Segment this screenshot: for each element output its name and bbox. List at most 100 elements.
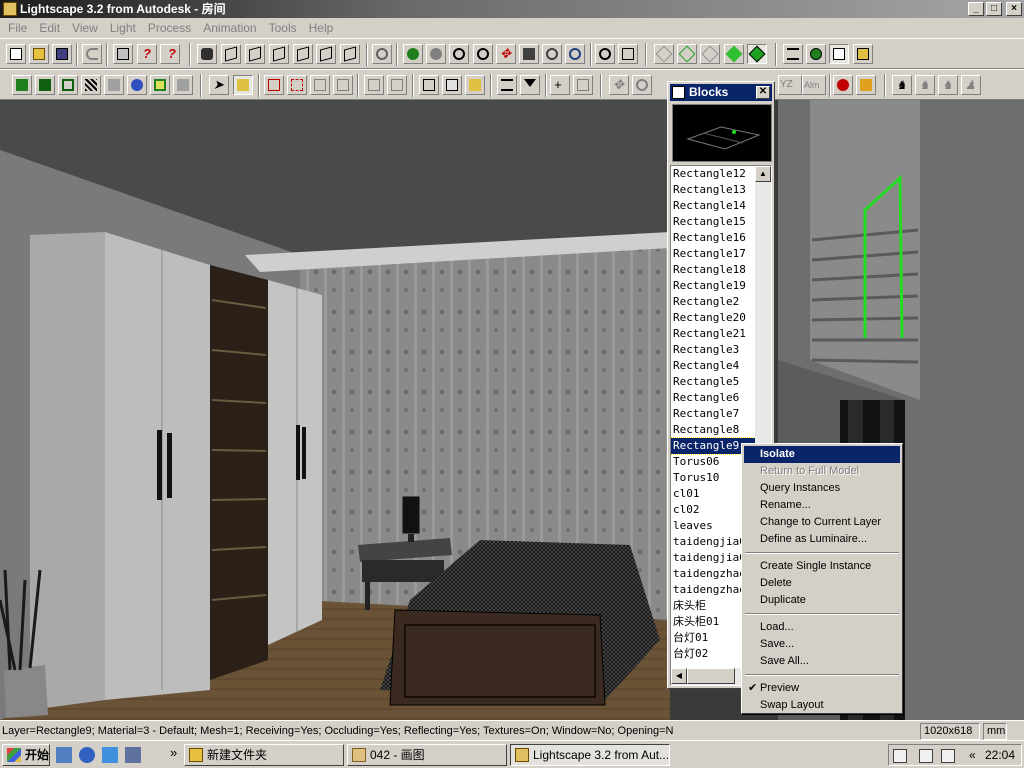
block-list-item[interactable]: Rectangle14 [671, 198, 755, 214]
block-list-item[interactable]: Rectangle20 [671, 310, 755, 326]
select-remove-button[interactable] [333, 75, 353, 95]
tray-expand-icon[interactable]: « [969, 748, 976, 762]
block-list-item[interactable]: Rectangle7 [671, 406, 755, 422]
menu-process[interactable]: Process [142, 21, 197, 35]
menu-item-duplicate[interactable]: Duplicate [744, 592, 900, 609]
menu-item-swap-layout[interactable]: Swap Layout [744, 697, 900, 714]
new-file-button[interactable] [6, 44, 26, 64]
menu-item-load[interactable]: Load... [744, 619, 900, 636]
tool-2-button[interactable] [35, 75, 55, 95]
orbit-button[interactable] [403, 44, 423, 64]
move-tool-button[interactable]: ✥ [609, 75, 629, 95]
menu-tools[interactable]: Tools [263, 21, 303, 35]
outlook-icon[interactable] [102, 747, 118, 763]
block-list-item[interactable]: Rectangle3 [671, 342, 755, 358]
menu-item-delete[interactable]: Delete [744, 575, 900, 592]
menu-help[interactable]: Help [303, 21, 340, 35]
menu-item-change-to-current-layer[interactable]: Change to Current Layer [744, 514, 900, 531]
select-view-button[interactable] [197, 44, 217, 64]
task-new-folder[interactable]: 新建文件夹 [184, 744, 344, 766]
tool-7-button[interactable] [150, 75, 170, 95]
pan-button[interactable]: ✥ [496, 44, 516, 64]
help-icon[interactable] [919, 749, 933, 763]
block-list-item[interactable]: Rectangle19 [671, 278, 755, 294]
view-cube-5-button[interactable] [316, 44, 336, 64]
solid-button[interactable] [724, 44, 744, 64]
select-window-button[interactable] [264, 75, 284, 95]
zoom-button[interactable] [449, 44, 469, 64]
view-cube-3-button[interactable] [269, 44, 289, 64]
context-help-button[interactable]: ? [160, 44, 180, 64]
select-crossing-button[interactable] [287, 75, 307, 95]
tool-3-button[interactable] [58, 75, 78, 95]
task-lightscape[interactable]: Lightscape 3.2 from Aut... [510, 744, 670, 766]
scroll-up-arrow-icon[interactable]: ▲ [755, 166, 771, 182]
tool-8-button[interactable] [173, 75, 193, 95]
zoom-extents-button[interactable] [618, 44, 638, 64]
outline-button[interactable] [677, 44, 697, 64]
menu-item-isolate[interactable]: Isolate [744, 446, 900, 463]
textured-button[interactable] [747, 44, 767, 64]
pick-block-button[interactable] [442, 75, 462, 95]
block-list-item[interactable]: Rectangle4 [671, 358, 755, 374]
rotate-view-button[interactable] [542, 44, 562, 64]
filter-button[interactable] [520, 75, 540, 95]
block-list-item[interactable]: Rectangle17 [671, 246, 755, 262]
zoom-window-button[interactable] [595, 44, 615, 64]
anim-1-button[interactable]: ♞ [892, 75, 912, 95]
undo-button[interactable] [82, 44, 102, 64]
hidden-line-button[interactable] [700, 44, 720, 64]
blocks-title-bar[interactable]: Blocks ✕ [670, 84, 772, 101]
view-cube-6-button[interactable] [340, 44, 360, 64]
dolly-button[interactable] [519, 44, 539, 64]
select-button[interactable]: ➤ [209, 75, 229, 95]
menu-item-save-all[interactable]: Save All... [744, 653, 900, 670]
menu-item-create-single-instance[interactable]: Create Single Instance [744, 558, 900, 575]
ie-icon[interactable] [79, 747, 95, 763]
block-list-item[interactable]: Rectangle8 [671, 422, 755, 438]
show-desktop-icon[interactable] [56, 747, 72, 763]
scroll-thumb[interactable] [687, 668, 735, 684]
pick-button[interactable] [419, 75, 439, 95]
view-cube-2-button[interactable] [245, 44, 265, 64]
alm-button[interactable]: Alm [802, 75, 826, 95]
tool-1-button[interactable] [12, 75, 32, 95]
block-list-item[interactable]: Rectangle18 [671, 262, 755, 278]
align-button[interactable] [573, 75, 593, 95]
yz-plane-button[interactable]: YZ [778, 75, 802, 95]
block-list-item[interactable]: Rectangle12 [671, 166, 755, 182]
view-cube-4-button[interactable] [293, 44, 313, 64]
menu-edit[interactable]: Edit [33, 21, 66, 35]
menu-animation[interactable]: Animation [197, 21, 262, 35]
block-list-item[interactable]: Rectangle5 [671, 374, 755, 390]
open-file-button[interactable] [29, 44, 49, 64]
close-button[interactable]: × [1006, 2, 1022, 16]
menu-item-rename[interactable]: Rename... [744, 497, 900, 514]
anim-4-button[interactable]: ♟ [961, 75, 981, 95]
menu-item-preview[interactable]: ✔ Preview [744, 680, 900, 697]
light-tool-1-button[interactable] [833, 75, 853, 95]
materials-button[interactable] [806, 44, 826, 64]
menu-view[interactable]: View [66, 21, 104, 35]
block-list-item[interactable]: Rectangle6 [671, 390, 755, 406]
walk-button[interactable] [426, 44, 446, 64]
help-button[interactable]: ? [137, 44, 157, 64]
task-paint[interactable]: 042 - 画图 [347, 744, 507, 766]
anim-2-button[interactable]: ♞ [915, 75, 935, 95]
luminaires-button[interactable] [853, 44, 873, 64]
print-button[interactable] [113, 44, 133, 64]
blocks-button[interactable] [829, 44, 849, 64]
layers-button[interactable] [783, 44, 803, 64]
rotate-tool-button[interactable] [632, 75, 652, 95]
scroll-left-arrow-icon[interactable]: ◀ [671, 668, 687, 684]
light-tool-2-button[interactable] [856, 75, 876, 95]
select-surface-button[interactable] [233, 75, 253, 95]
menu-item-save[interactable]: Save... [744, 636, 900, 653]
media-icon[interactable] [125, 747, 141, 763]
snap-button[interactable]: + [550, 75, 570, 95]
view-cube-1-button[interactable] [221, 44, 241, 64]
keyboard-icon[interactable] [893, 749, 907, 763]
tool-4-button[interactable] [81, 75, 101, 95]
menu-item-define-as-luminaire[interactable]: Define as Luminaire... [744, 531, 900, 548]
menu-item-return-to-full-model[interactable]: Return to Full Model [744, 463, 900, 480]
